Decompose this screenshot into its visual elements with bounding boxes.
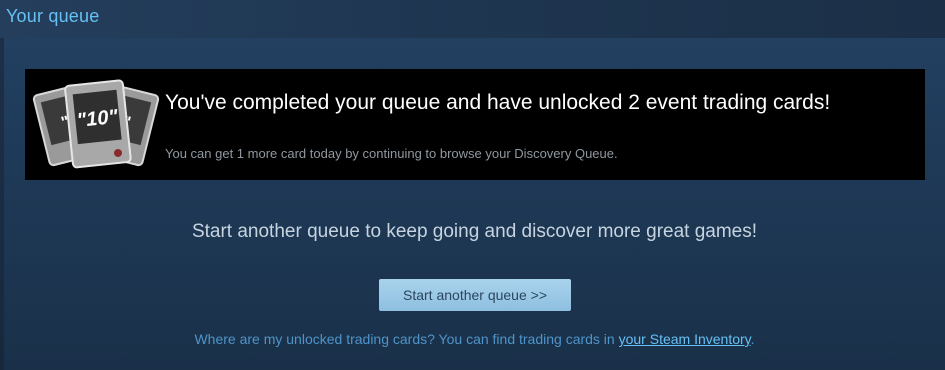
page: Your queue " "10" You've completed your … xyxy=(0,0,945,370)
footer-end: . xyxy=(750,331,755,347)
continue-prompt: Start another queue to keep going and di… xyxy=(191,221,758,242)
banner-subtitle: You can get 1 more card today by continu… xyxy=(165,146,618,161)
svg-text:"10": "10" xyxy=(76,106,120,132)
steam-inventory-link[interactable]: your Steam Inventory xyxy=(619,331,751,347)
header-bar: Your queue xyxy=(0,0,945,38)
start-another-queue-button[interactable]: Start another queue >> xyxy=(379,279,571,311)
footer-text: Where are my unlocked trading cards? You… xyxy=(194,331,619,347)
trading-cards-icon: " " "10" xyxy=(32,79,160,169)
queue-content: " " "10" You've completed your queue and… xyxy=(4,38,945,370)
trading-cards-footer: Where are my unlocked trading cards? You… xyxy=(4,331,945,347)
page-title: Your queue xyxy=(6,6,100,26)
banner-title: You've completed your queue and have unl… xyxy=(165,91,831,114)
completion-banner: " " "10" You've completed your queue and… xyxy=(25,69,925,180)
